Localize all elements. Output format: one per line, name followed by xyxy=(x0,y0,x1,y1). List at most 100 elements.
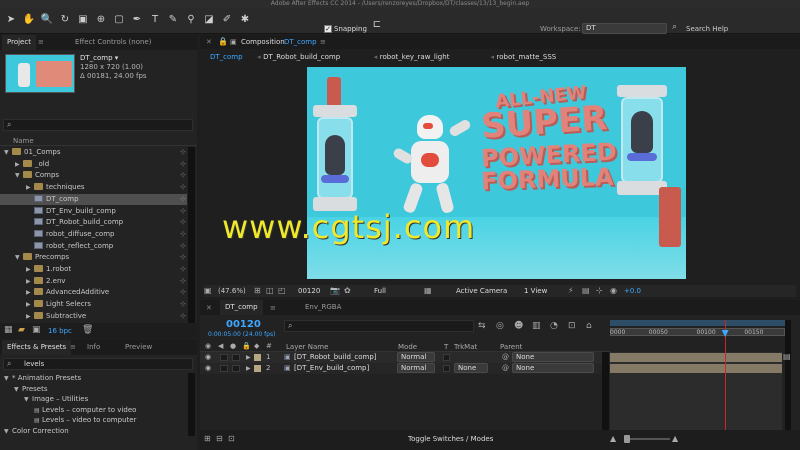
project-item-8[interactable]: robot_reflect_comp ⊹ xyxy=(0,241,187,252)
video-switch-header-icon[interactable]: ◉ xyxy=(205,342,211,350)
project-item-6[interactable]: DT_Robot_build_comp ⊹ xyxy=(0,217,187,228)
project-item-1[interactable]: ▶ _old ⊹ xyxy=(0,159,187,170)
flowchart-icon[interactable]: ⊹ xyxy=(180,159,186,170)
project-search-input[interactable]: ⌕ xyxy=(3,119,193,131)
timeline-vertical-scrollbar[interactable] xyxy=(785,320,791,430)
disclosure-triangle-icon[interactable]: ▶ xyxy=(26,276,34,287)
timeline-search-input[interactable]: ⌕ xyxy=(284,320,474,332)
frame-blending-icon[interactable]: ▥ xyxy=(532,321,541,331)
zoom-tool-icon[interactable]: 🔍 xyxy=(40,13,54,27)
timeline-timecode[interactable]: 00120 xyxy=(226,319,261,330)
layer-duration-bar[interactable] xyxy=(610,364,782,373)
roto-brush-tool-icon[interactable]: ✐ xyxy=(220,13,234,27)
trkmat-header[interactable]: TrkMat xyxy=(454,343,477,351)
flowchart-icon[interactable]: ⊹ xyxy=(180,194,186,205)
disclosure-triangle-icon[interactable]: ▶ xyxy=(26,287,34,298)
parent-dropdown[interactable]: None xyxy=(512,363,594,373)
flowchart-icon[interactable]: ⊹ xyxy=(180,252,186,263)
region-of-interest-icon[interactable]: ◰ xyxy=(278,286,286,295)
column-header[interactable]: Name xyxy=(0,136,197,146)
project-item-10[interactable]: ▶ 1.robot ⊹ xyxy=(0,264,187,275)
track-matte-dropdown[interactable]: None xyxy=(454,363,488,373)
lock-checkbox[interactable] xyxy=(232,354,240,361)
audio-switch-header-icon[interactable]: ◀ xyxy=(218,342,223,350)
draft-3d-icon[interactable]: ◎ xyxy=(496,321,504,331)
twirl-triangle-icon[interactable]: ▶ xyxy=(246,352,251,363)
clone-stamp-tool-icon[interactable]: ⚲ xyxy=(184,13,198,27)
lock-checkbox[interactable] xyxy=(232,365,240,372)
close-icon[interactable]: ✕ xyxy=(206,304,212,312)
panel-menu-icon[interactable]: ≡ xyxy=(38,38,44,46)
panel-menu-icon[interactable]: ≡ xyxy=(320,38,326,46)
solo-checkbox[interactable] xyxy=(220,365,228,372)
label-color-swatch[interactable] xyxy=(254,365,261,372)
zoom-in-icon[interactable]: ▲ xyxy=(672,434,678,443)
snap-options-icon[interactable]: ⊏ xyxy=(370,18,384,32)
flowchart-icon[interactable]: ⊹ xyxy=(180,182,186,193)
label-header-icon[interactable]: ◆ xyxy=(254,342,259,350)
panel-menu-icon[interactable]: ≡ xyxy=(70,343,76,351)
camera-tool-icon[interactable]: ▣ xyxy=(76,13,90,27)
view-layout-dropdown[interactable]: 1 View xyxy=(524,287,547,295)
breadcrumb-item-2[interactable]: robot_key_raw_light xyxy=(380,53,450,61)
disclosure-triangle-icon[interactable]: ▶ xyxy=(26,182,34,193)
brainstorm-icon[interactable]: ⌂ xyxy=(586,321,592,331)
viewer-timecode[interactable]: 00120 xyxy=(298,287,320,295)
preset-icon[interactable]: ▤ xyxy=(34,415,42,426)
layer-duration-bar[interactable] xyxy=(610,353,782,362)
workspace-dropdown[interactable]: DT xyxy=(582,23,667,34)
tab-preview[interactable]: Preview xyxy=(120,340,157,355)
bit-depth-label[interactable]: 16 bpc xyxy=(48,327,72,335)
rotate-tool-icon[interactable]: ↻ xyxy=(58,13,72,27)
twirl-triangle-icon[interactable]: ▶ xyxy=(246,363,251,374)
expand-transfer-controls-icon[interactable]: ⊟ xyxy=(216,434,223,443)
exposure-value[interactable]: +0.0 xyxy=(624,287,641,295)
flowchart-icon[interactable]: ⊹ xyxy=(180,217,186,228)
project-item-0[interactable]: ▼ 01_Comps ⊹ xyxy=(0,147,187,158)
grid-icon[interactable]: ⊞ xyxy=(254,286,261,295)
eraser-tool-icon[interactable]: ◪ xyxy=(202,13,216,27)
flowchart-icon[interactable]: ⊹ xyxy=(596,286,603,295)
tab-timeline-env-rgba[interactable]: Env_RGBA xyxy=(300,300,346,315)
disclosure-triangle-icon[interactable]: ▼ xyxy=(4,373,12,384)
snapping-checkbox[interactable]: ✓ xyxy=(324,25,332,33)
pick-whip-icon[interactable]: @ xyxy=(502,363,509,374)
preset-icon[interactable]: ▤ xyxy=(34,405,42,416)
parent-dropdown[interactable]: None xyxy=(512,352,594,362)
flowchart-icon[interactable]: ⊹ xyxy=(180,229,186,240)
project-item-7[interactable]: robot_diffuse_comp ⊹ xyxy=(0,229,187,240)
puppet-pin-tool-icon[interactable]: ✱ xyxy=(238,13,252,27)
layer-mode-dropdown[interactable]: Normal xyxy=(397,352,435,362)
expand-layer-switches-icon[interactable]: ⊞ xyxy=(204,434,211,443)
breadcrumb-item-0[interactable]: DT_comp xyxy=(210,53,243,61)
label-color-swatch[interactable] xyxy=(254,354,261,361)
zoom-out-icon[interactable]: ▲ xyxy=(610,434,616,443)
selection-tool-icon[interactable]: ➤ xyxy=(4,13,18,27)
preserve-transparency-checkbox[interactable] xyxy=(443,365,450,372)
panel-menu-icon[interactable]: ≡ xyxy=(270,304,276,312)
comp-marker-bin-icon[interactable]: ▤ xyxy=(783,352,791,361)
show-channel-icon[interactable]: ✿ xyxy=(344,286,351,295)
new-folder-icon[interactable]: ▰ xyxy=(18,325,25,335)
flowchart-icon[interactable]: ⊹ xyxy=(180,276,186,287)
layer-name-header[interactable]: Layer Name xyxy=(286,343,328,351)
new-composition-icon[interactable]: ▣ xyxy=(32,325,41,335)
breadcrumb-item-3[interactable]: robot_matte_SSS xyxy=(497,53,557,61)
magnification-dropdown[interactable]: (47.6%) xyxy=(218,287,246,295)
brush-tool-icon[interactable]: ✎ xyxy=(166,13,180,27)
solo-checkbox[interactable] xyxy=(220,354,228,361)
flowchart-icon[interactable]: ⊹ xyxy=(180,299,186,310)
disclosure-triangle-icon[interactable]: ▼ xyxy=(15,170,23,181)
layer-row[interactable]: ◉ ▶ 2 ▣ [DT_Env_build_comp] Normal None @ None xyxy=(200,363,610,374)
close-icon[interactable]: ✕ xyxy=(206,38,212,46)
layer-row[interactable]: ◉ ▶ 1 ▣ [DT_Robot_build_comp] Normal @ None xyxy=(200,352,610,363)
project-item-14[interactable]: ▶ Subtractive ⊹ xyxy=(0,311,187,322)
tab-timeline-dt-comp[interactable]: DT_comp xyxy=(220,300,263,315)
effects-item-4[interactable]: ▤ Levels – video to computer xyxy=(0,415,136,426)
tab-effects-presets[interactable]: Effects & Presets xyxy=(2,340,72,355)
tab-info[interactable]: Info xyxy=(82,340,105,355)
shy-layers-icon[interactable]: ☻ xyxy=(514,321,523,331)
time-ruler[interactable]: 0000 00050 00100 00150 xyxy=(610,320,785,350)
project-item-11[interactable]: ▶ 2.env ⊹ xyxy=(0,276,187,287)
camera-dropdown[interactable]: Active Camera xyxy=(456,287,507,295)
